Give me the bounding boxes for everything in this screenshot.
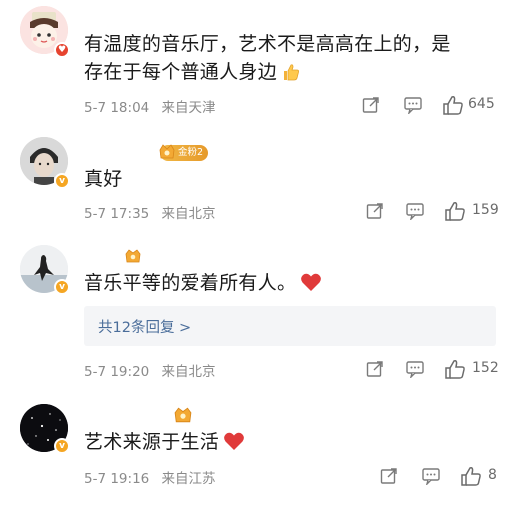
comment-icon[interactable] [406, 202, 424, 220]
comment-item-3: v 音乐平等的爱着所有人。 共12条回复 > 5-7 19:20 来自北京 15… [0, 233, 512, 390]
crown-icon [174, 407, 192, 423]
verified-badge: v [54, 173, 70, 189]
share-icon[interactable] [366, 202, 384, 220]
comment-text-line-1: 有温度的音乐厅，艺术不是高高在上的，是 [84, 33, 451, 55]
like-count: 159 [472, 202, 499, 218]
like-icon[interactable] [460, 465, 482, 487]
comment-item-4: v 艺术来源于生活 5-7 19:16 来自江苏 8 [0, 390, 512, 510]
comment-text: 有温度的音乐厅，艺术不是高高在上的，是 存在于每个普通人身边 [84, 30, 451, 86]
crown-icon [125, 249, 141, 263]
comment-location: 来自天津 [161, 100, 216, 116]
comment-location: 来自北京 [161, 364, 216, 380]
share-icon[interactable] [366, 360, 384, 378]
comment-text-line-2-content: 存在于每个普通人身边 [84, 61, 278, 83]
comment-icon[interactable] [406, 360, 424, 378]
replies-box[interactable]: 共12条回复 > [84, 306, 496, 346]
comment-meta: 5-7 17:35 来自北京 [84, 202, 224, 222]
verified-badge: ♥ [54, 42, 70, 58]
comment-actions: 8 [362, 465, 502, 487]
red-heart-emoji [224, 432, 244, 450]
like-icon[interactable] [442, 94, 464, 116]
like-icon[interactable] [444, 200, 466, 222]
verified-badge: v [54, 438, 70, 454]
comment-actions: 645 [362, 94, 502, 116]
crown-icon [159, 144, 175, 159]
like-count: 8 [488, 467, 497, 483]
comment-text: 真好 [84, 168, 123, 190]
view-replies-link[interactable]: 共12条回复 > [98, 316, 191, 337]
comment-text: 艺术来源于生活 [84, 428, 245, 456]
verified-badge: v [54, 279, 70, 295]
like-icon[interactable] [444, 358, 466, 380]
like-count: 152 [472, 360, 499, 376]
red-heart-emoji [301, 273, 322, 291]
comment-icon[interactable] [422, 467, 440, 485]
comment-meta: 5-7 19:16 来自江苏 [84, 467, 224, 487]
comment-date: 5-7 17:35 [84, 206, 150, 222]
share-icon[interactable] [362, 96, 380, 114]
comment-text-line-2: 存在于每个普通人身边 [84, 58, 451, 86]
comment-location: 来自北京 [161, 206, 216, 222]
comment-text: 音乐平等的爱着所有人。 [84, 269, 322, 297]
comment-date: 5-7 19:16 [84, 471, 150, 487]
fan-badge: 金粉2 [159, 144, 209, 161]
comment-date: 5-7 19:20 [84, 364, 150, 380]
comment-text-content: 音乐平等的爱着所有人。 [84, 272, 297, 294]
share-icon[interactable] [380, 467, 398, 485]
comment-meta: 5-7 18:04 来自天津 [84, 96, 224, 116]
comment-actions: 152 [362, 358, 502, 380]
comment-item-1: ♥ 有温度的音乐厅，艺术不是高高在上的，是 存在于每个普通人身边 5-7 18:… [0, 0, 512, 125]
comment-item-2: v 金粉2 真好 5-7 17:35 来自北京 159 [0, 125, 512, 233]
like-count: 645 [468, 96, 495, 112]
fan-badge-label: 金粉2 [178, 147, 204, 158]
comment-actions: 159 [362, 200, 502, 222]
thumbs-up-emoji [284, 64, 300, 81]
comment-text-content: 艺术来源于生活 [84, 431, 220, 453]
comment-icon[interactable] [404, 96, 422, 114]
comment-location: 来自江苏 [161, 471, 216, 487]
comment-date: 5-7 18:04 [84, 100, 150, 116]
comment-meta: 5-7 19:20 来自北京 [84, 360, 224, 380]
